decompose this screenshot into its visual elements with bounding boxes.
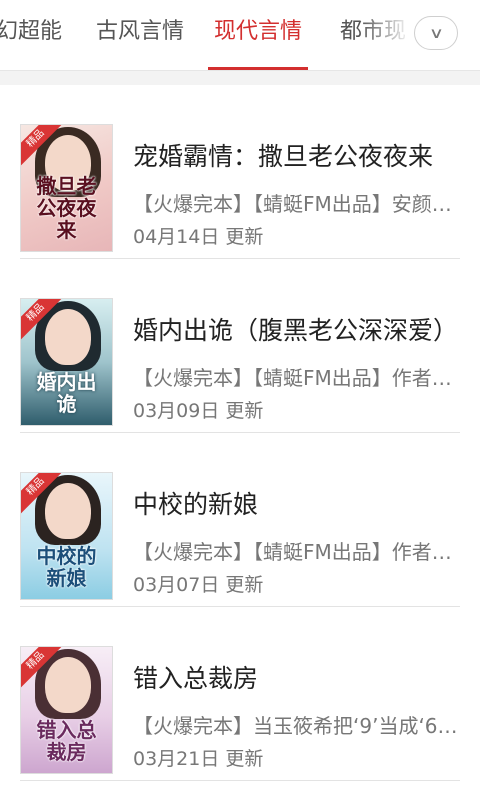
- cover-title: 错入总裁房: [36, 718, 97, 764]
- cover-face: [45, 657, 91, 713]
- book-description: 【火爆完本】当玉筱希把‘9’当成‘6’…: [133, 714, 460, 738]
- book-item[interactable]: 撒旦老公夜夜来 精品 宠婚霸情：撒旦老公夜夜来 【火爆完本】【蜻蜓FM出品】安颜…: [20, 85, 460, 259]
- category-tab-bar: 幻超能 古风言情 现代言情 都市现 ∨: [0, 0, 480, 71]
- book-description: 【火爆完本】【蜻蜓FM出品】作者…: [133, 540, 452, 564]
- book-title: 中校的新娘: [133, 490, 259, 519]
- tab-ancient-romance[interactable]: 古风言情: [96, 0, 184, 70]
- book-item[interactable]: 中校的新娘 精品 中校的新娘 【火爆完本】【蜻蜓FM出品】作者… 03月07日 …: [20, 433, 460, 607]
- book-list: 撒旦老公夜夜来 精品 宠婚霸情：撒旦老公夜夜来 【火爆完本】【蜻蜓FM出品】安颜…: [0, 85, 480, 781]
- active-tab-underline: [208, 67, 309, 70]
- chevron-down-icon: ∨: [428, 24, 444, 42]
- section-divider: [0, 71, 480, 85]
- book-cover: 婚内出诡 精品: [20, 298, 113, 426]
- book-title: 错入总裁房: [133, 664, 259, 693]
- update-date: 03月21日 更新: [133, 748, 264, 770]
- book-cover: 错入总裁房 精品: [20, 646, 113, 774]
- cover-title: 撒旦老公夜夜来: [36, 174, 97, 242]
- book-cover: 撒旦老公夜夜来 精品: [20, 124, 113, 252]
- cover-face: [45, 309, 91, 365]
- cover-face: [45, 483, 91, 539]
- cover-title: 婚内出诡: [36, 370, 97, 416]
- book-title: 婚内出诡（腹黑老公深深爱）: [133, 316, 459, 345]
- tabs-fade-overlay: [360, 0, 410, 68]
- tab-label: 幻超能: [0, 19, 63, 44]
- book-description: 【火爆完本】【蜻蜓FM出品】安颜…: [133, 192, 452, 216]
- tab-modern-romance[interactable]: 现代言情: [208, 0, 309, 70]
- book-description: 【火爆完本】【蜻蜓FM出品】作者…: [133, 366, 452, 390]
- category-tabs: 幻超能 古风言情 现代言情 都市现: [0, 0, 410, 70]
- tab-label: 古风言情: [96, 19, 185, 44]
- tab-label: 现代言情: [214, 19, 303, 44]
- book-title: 宠婚霸情：撒旦老公夜夜来: [133, 142, 434, 171]
- cover-title: 中校的新娘: [36, 544, 97, 590]
- tab-supernatural[interactable]: 幻超能: [0, 0, 62, 70]
- more-categories-button[interactable]: ∨: [414, 16, 458, 50]
- book-cover: 中校的新娘 精品: [20, 472, 113, 600]
- update-date: 03月07日 更新: [133, 574, 264, 596]
- book-item[interactable]: 错入总裁房 精品 错入总裁房 【火爆完本】当玉筱希把‘9’当成‘6’… 03月2…: [20, 607, 460, 781]
- update-date: 03月09日 更新: [133, 400, 264, 422]
- book-item[interactable]: 婚内出诡 精品 婚内出诡（腹黑老公深深爱） 【火爆完本】【蜻蜓FM出品】作者… …: [20, 259, 460, 433]
- update-date: 04月14日 更新: [133, 226, 264, 248]
